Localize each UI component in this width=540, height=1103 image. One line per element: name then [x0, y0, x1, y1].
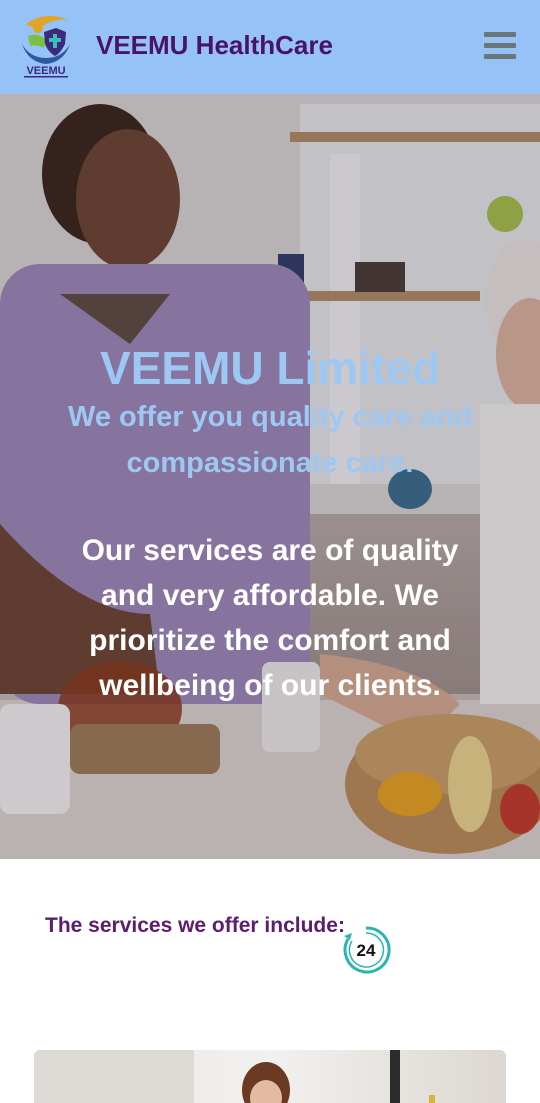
- service-card-photo: [34, 1050, 435, 1103]
- site-header: VEEMU VEEMU HealthCare: [0, 0, 540, 94]
- menu-bar-icon: [484, 43, 516, 48]
- logo-wordmark: VEEMU: [26, 65, 65, 77]
- hero-title: VEEMU Limited: [100, 342, 440, 394]
- twenty-four-hour-icon: 24: [343, 926, 391, 974]
- menu-bar-icon: [484, 54, 516, 59]
- brand-title[interactable]: VEEMU HealthCare: [96, 30, 333, 61]
- service-card-image[interactable]: [34, 1050, 506, 1103]
- hero-subtitle: We offer you quality care and compassion…: [68, 401, 472, 479]
- hero-description: Our services are of quality and very aff…: [81, 534, 459, 702]
- svg-text:24: 24: [357, 941, 376, 960]
- menu-bar-icon: [484, 32, 516, 37]
- services-heading: The services we offer include:: [45, 914, 345, 937]
- hamburger-menu-button[interactable]: [484, 32, 518, 62]
- hero-section: VEEMU Limited We offer you quality care …: [0, 94, 540, 859]
- veemu-logo-icon[interactable]: VEEMU: [18, 14, 74, 80]
